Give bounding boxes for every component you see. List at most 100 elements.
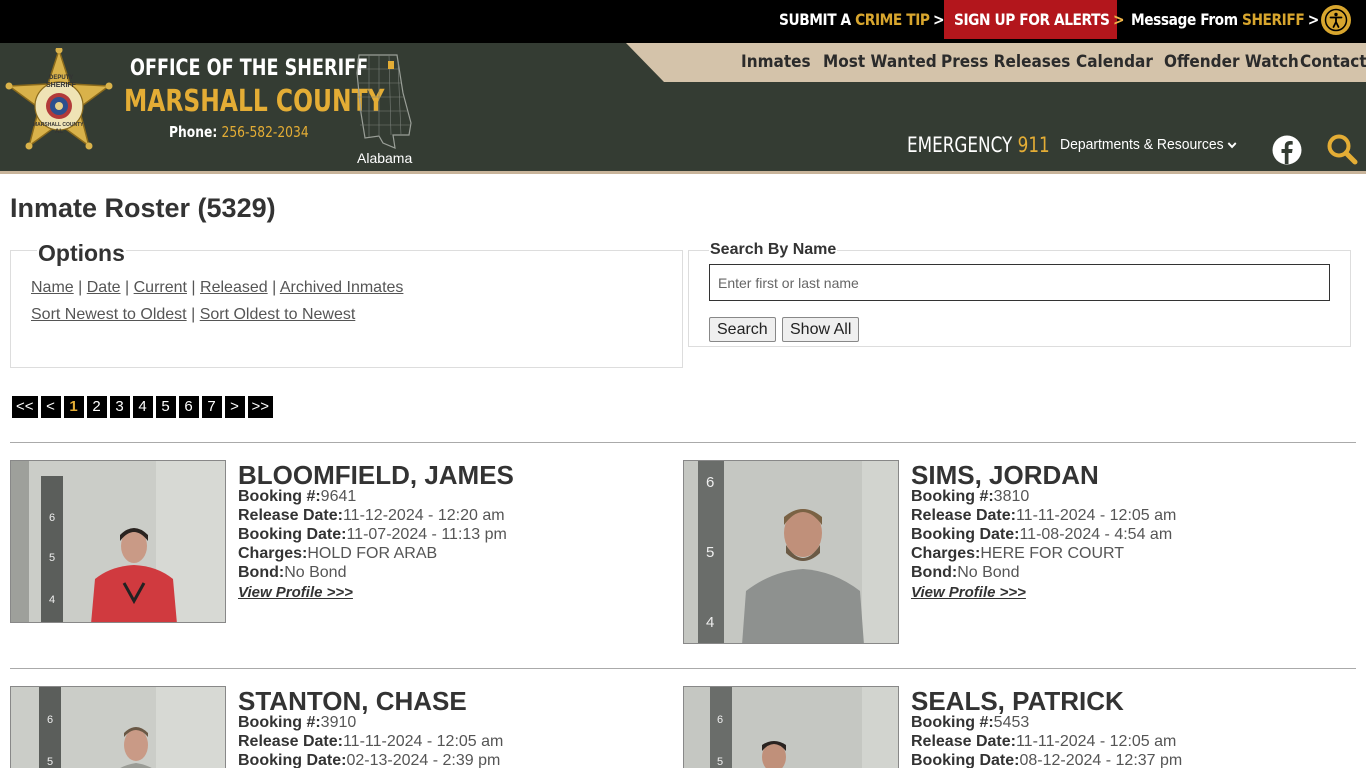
filter-current-link[interactable]: Current — [134, 279, 187, 296]
badge-text-county: MARSHALL COUNTY — [33, 122, 84, 128]
chevron-right-icon: > — [932, 10, 945, 29]
office-title: OFFICE OF THE SHERIFF — [130, 56, 369, 81]
page-4[interactable]: 4 — [132, 396, 153, 418]
departments-dropdown[interactable]: Departments & Resources — [1060, 136, 1237, 153]
page-last[interactable]: >> — [247, 396, 274, 418]
inmate-name[interactable]: SIMS, JORDAN — [911, 460, 1099, 491]
emergency-line[interactable]: EMERGENCY 911 — [907, 133, 1050, 157]
phone-number[interactable]: 256-582-2034 — [222, 123, 309, 141]
emergency-label: EMERGENCY — [907, 133, 1013, 157]
page-3[interactable]: 3 — [109, 396, 130, 418]
emergency-number: 911 — [1017, 133, 1050, 157]
divider — [10, 442, 1356, 443]
search-button[interactable]: Search — [709, 317, 776, 342]
field-value: 11-11-2024 - 12:05 am — [1015, 507, 1177, 524]
sign-up-alerts-link[interactable]: SIGN UP FOR ALERTS > — [954, 0, 1124, 39]
page-5[interactable]: 5 — [155, 396, 176, 418]
nav-most-wanted[interactable]: Most Wanted — [823, 52, 937, 72]
page-prev[interactable]: < — [40, 396, 61, 418]
field-label: Booking Date: — [911, 526, 1020, 543]
view-profile-link[interactable]: View Profile >>> — [238, 584, 353, 601]
nav-inmates[interactable]: Inmates — [741, 52, 811, 72]
svg-text:6: 6 — [717, 714, 723, 726]
field-label: Charges: — [238, 545, 308, 562]
sort-by-date-link[interactable]: Date — [87, 279, 121, 296]
sheriff-badge-logo[interactable] — [5, 48, 113, 166]
field-label: Booking #: — [911, 714, 994, 731]
inmate-name[interactable]: STANTON, CHASE — [238, 686, 467, 717]
sort-oldest-link[interactable]: Sort Oldest to Newest — [200, 306, 356, 323]
field-value: 9641 — [320, 488, 357, 505]
separator: | — [78, 279, 83, 296]
facebook-icon[interactable] — [1272, 135, 1302, 165]
field-value: No Bond — [284, 564, 347, 581]
release-date: Release Date:11-11-2024 - 12:05 am — [911, 733, 1176, 751]
inmate-photo[interactable]: 6 5 4 — [683, 460, 899, 644]
search-name-input[interactable] — [709, 264, 1330, 301]
page-next[interactable]: > — [224, 396, 245, 418]
separator: | — [272, 279, 277, 296]
sort-newest-link[interactable]: Sort Newest to Oldest — [31, 306, 187, 323]
show-all-button[interactable]: Show All — [782, 317, 860, 342]
crime-tip-accent: CRIME TIP — [855, 10, 930, 29]
nav-contact[interactable]: Contact — [1300, 52, 1366, 72]
page-2[interactable]: 2 — [86, 396, 107, 418]
charges: Charges:HERE FOR COURT — [911, 545, 1124, 563]
field-value: 08-12-2024 - 12:37 pm — [1019, 752, 1183, 768]
nav-calendar[interactable]: Calendar — [1076, 52, 1153, 72]
booking-date: Booking Date:08-12-2024 - 12:37 pm — [911, 752, 1182, 768]
badge-text-deputy: DEPUTY — [49, 75, 74, 81]
inmate-photo[interactable]: 6 5 — [10, 686, 226, 768]
nav-offender-watch[interactable]: Offender Watch — [1164, 52, 1299, 72]
sort-by-name-link[interactable]: Name — [31, 279, 74, 296]
filter-released-link[interactable]: Released — [200, 279, 268, 296]
bond: Bond:No Bond — [238, 564, 346, 582]
inmate-name[interactable]: BLOOMFIELD, JAMES — [238, 460, 514, 491]
chevron-right-icon: > — [1307, 10, 1320, 29]
field-value: 11-12-2024 - 12:20 am — [342, 507, 505, 524]
field-value: 5453 — [993, 714, 1030, 731]
accessibility-icon[interactable] — [1321, 5, 1351, 35]
inmate-name[interactable]: SEALS, PATRICK — [911, 686, 1124, 717]
divider — [10, 668, 1356, 669]
field-value: HOLD FOR ARAB — [307, 545, 438, 562]
svg-text:4: 4 — [49, 594, 55, 606]
field-label: Release Date: — [238, 507, 343, 524]
booking-number: Booking #:5453 — [911, 714, 1029, 732]
nav-press-releases[interactable]: Press Releases — [941, 52, 1070, 72]
svg-text:5: 5 — [47, 756, 53, 768]
pagination: << < 1 2 3 4 5 6 7 > >> — [12, 396, 274, 418]
page-1[interactable]: 1 — [63, 396, 84, 418]
phone-line: Phone: 256-582-2034 — [169, 123, 309, 141]
field-label: Release Date: — [911, 507, 1016, 524]
separator: | — [191, 279, 196, 296]
booking-date: Booking Date:11-07-2024 - 11:13 pm — [238, 526, 507, 544]
page-6[interactable]: 6 — [178, 396, 199, 418]
order-links: Sort Newest to Oldest | Sort Oldest to N… — [31, 306, 355, 324]
page-7[interactable]: 7 — [201, 396, 222, 418]
search-legend: Search By Name — [709, 241, 838, 259]
separator: | — [125, 279, 130, 296]
badge-text-sheriff: SHERIFF — [46, 82, 76, 89]
message-from-sheriff-link[interactable]: Message From SHERIFF > — [1131, 0, 1319, 39]
page-first[interactable]: << — [12, 396, 38, 418]
field-label: Booking Date: — [911, 752, 1020, 768]
field-value: 11-11-2024 - 12:05 am — [1015, 733, 1177, 750]
svg-text:5: 5 — [717, 756, 723, 768]
alerts-label: SIGN UP FOR ALERTS — [954, 10, 1110, 29]
booking-date: Booking Date:02-13-2024 - 2:39 pm — [238, 752, 500, 768]
state-label: Alabama — [357, 150, 413, 166]
charges: Charges:HOLD FOR ARAB — [238, 545, 437, 563]
message-accent: SHERIFF — [1241, 10, 1305, 29]
crime-tip-prefix: SUBMIT A — [779, 10, 851, 29]
booking-number: Booking #:3910 — [238, 714, 356, 732]
svg-text:5: 5 — [49, 552, 55, 564]
search-icon[interactable] — [1326, 133, 1358, 165]
view-profile-link[interactable]: View Profile >>> — [911, 584, 1026, 601]
inmate-photo[interactable]: 6 5 — [683, 686, 899, 768]
submit-crime-tip-link[interactable]: SUBMIT A CRIME TIP > — [779, 0, 945, 39]
archived-inmates-link[interactable]: Archived Inmates — [280, 279, 404, 296]
alabama-map-icon — [356, 54, 412, 149]
badge-text-state: AL — [55, 129, 63, 135]
inmate-photo[interactable]: 6 5 4 — [10, 460, 226, 623]
